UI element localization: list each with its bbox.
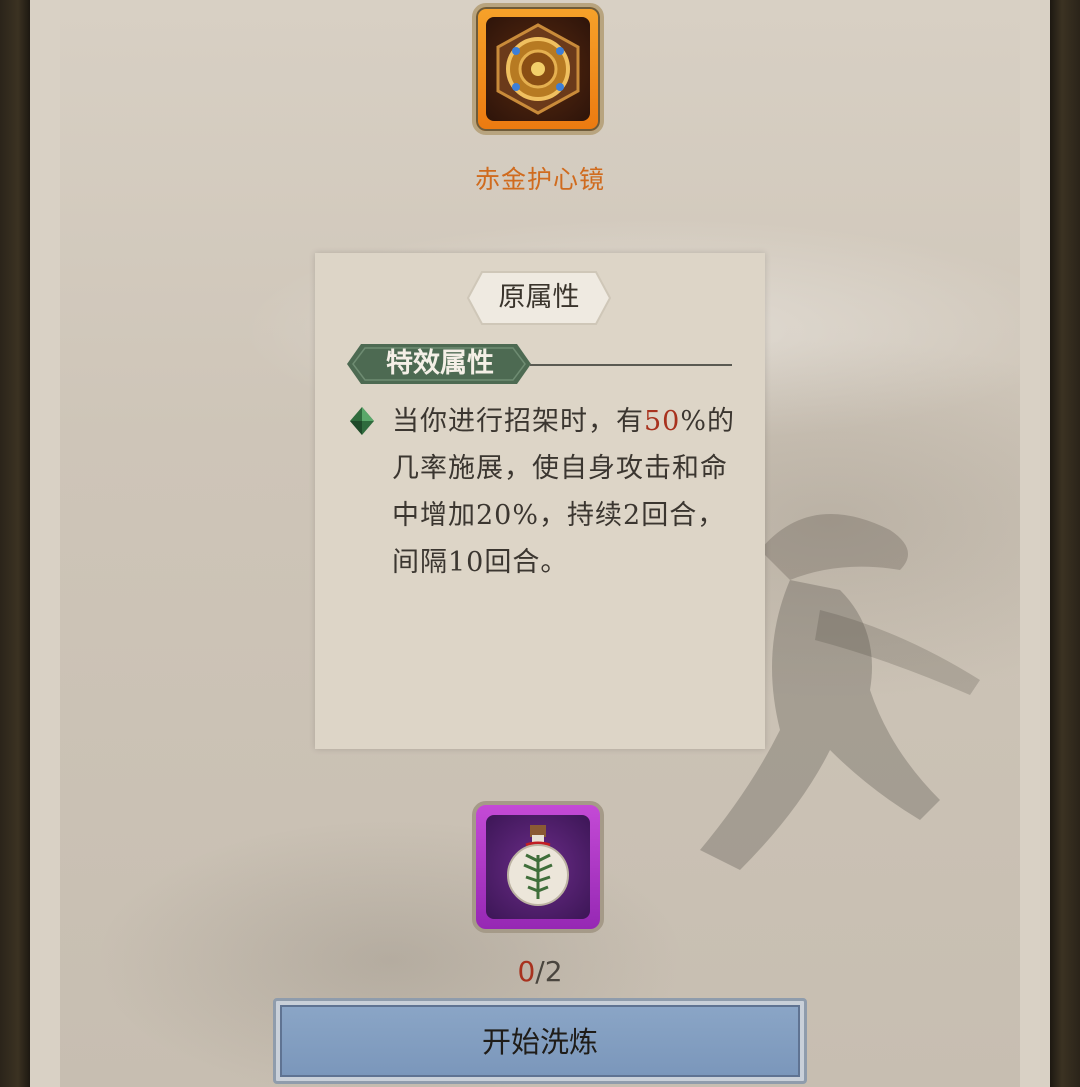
- equipment-icon-frame: [486, 17, 590, 121]
- section-divider: [530, 364, 732, 366]
- start-refine-button[interactable]: 开始洗炼: [273, 998, 807, 1084]
- material-icon-frame: [486, 815, 590, 919]
- jade-diamond-bullet-icon: [350, 407, 374, 435]
- material-count: 0/2: [517, 955, 563, 988]
- effect-chance-value: 50: [644, 406, 681, 437]
- section-title-special-effects: 特效属性: [386, 348, 494, 379]
- gold-heart-mirror-icon: [496, 23, 580, 115]
- effect-description: 当你进行招架时，有50%的几率施展，使自身攻击和命中增加20%，持续2回合，间隔…: [392, 406, 736, 578]
- refining-potion-icon: [507, 825, 569, 906]
- start-refine-label: 开始洗炼: [280, 1005, 800, 1077]
- equipment-slot[interactable]: [472, 3, 604, 135]
- material-slot[interactable]: [472, 801, 604, 933]
- left-frame-border: [0, 0, 32, 1087]
- right-frame-border: [1048, 0, 1080, 1087]
- tab-original-attributes[interactable]: 原属性: [466, 270, 612, 326]
- equipment-name: 赤金护心镜: [474, 165, 605, 194]
